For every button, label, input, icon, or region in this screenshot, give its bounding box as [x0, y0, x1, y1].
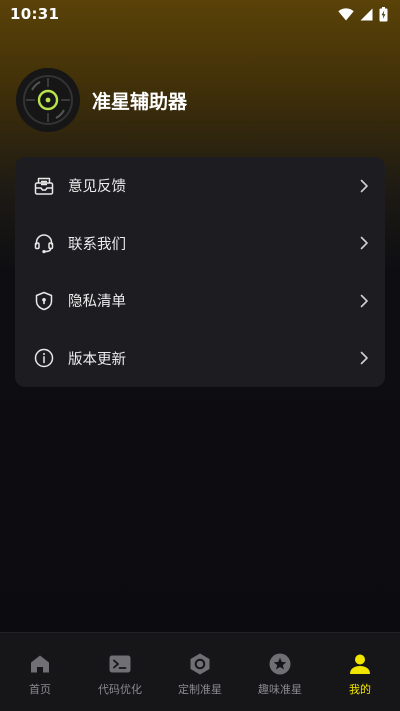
star-icon	[268, 652, 292, 676]
tab-fun-crosshair[interactable]: 趣味准星	[240, 633, 320, 711]
status-bar: 10:31	[0, 0, 400, 28]
app-name: 准星辅助器	[92, 90, 188, 113]
menu-item-label: 联系我们	[68, 236, 126, 253]
tab-custom-crosshair[interactable]: 定制准星	[160, 633, 240, 711]
menu-item-contact[interactable]: 联系我们	[15, 215, 385, 273]
feedback-mailbox-icon	[33, 175, 55, 197]
hexagon-icon	[188, 652, 212, 676]
status-icons	[338, 6, 388, 22]
signal-icon	[360, 8, 373, 20]
menu-item-privacy[interactable]: 隐私清单	[15, 272, 385, 330]
terminal-icon	[108, 652, 132, 676]
tab-label: 趣味准星	[258, 683, 302, 696]
tab-label: 代码优化	[98, 683, 142, 696]
menu-item-feedback[interactable]: 意见反馈	[15, 157, 385, 215]
avatar[interactable]	[16, 68, 80, 132]
status-time: 10:31	[10, 5, 60, 23]
user-icon	[348, 652, 372, 676]
menu-item-update[interactable]: 版本更新	[15, 330, 385, 388]
tab-label: 首页	[29, 683, 51, 696]
menu-card: 意见反馈 联系我们 隐私清单 版本更新	[15, 157, 385, 387]
battery-icon	[379, 6, 388, 21]
chevron-right-icon	[357, 351, 371, 365]
chevron-right-icon	[357, 236, 371, 250]
crosshair-logo-icon	[16, 68, 80, 132]
menu-item-label: 意见反馈	[68, 179, 126, 196]
home-icon	[28, 652, 52, 676]
profile-header: 准星辅助器	[16, 68, 187, 132]
bottom-tab-bar: 首页 代码优化 定制准星 趣味准星 我的	[0, 632, 400, 711]
tab-home[interactable]: 首页	[0, 633, 80, 711]
chevron-right-icon	[357, 294, 371, 308]
menu-item-label: 版本更新	[68, 351, 126, 368]
info-icon	[33, 347, 55, 369]
tab-mine[interactable]: 我的	[320, 633, 400, 711]
shield-lock-icon	[33, 290, 55, 312]
chevron-right-icon	[357, 179, 371, 193]
tab-code-optimize[interactable]: 代码优化	[80, 633, 160, 711]
tab-label: 我的	[349, 683, 371, 696]
wifi-icon	[338, 7, 354, 20]
headset-icon	[33, 232, 55, 254]
menu-item-label: 隐私清单	[68, 294, 126, 311]
tab-label: 定制准星	[178, 683, 222, 696]
